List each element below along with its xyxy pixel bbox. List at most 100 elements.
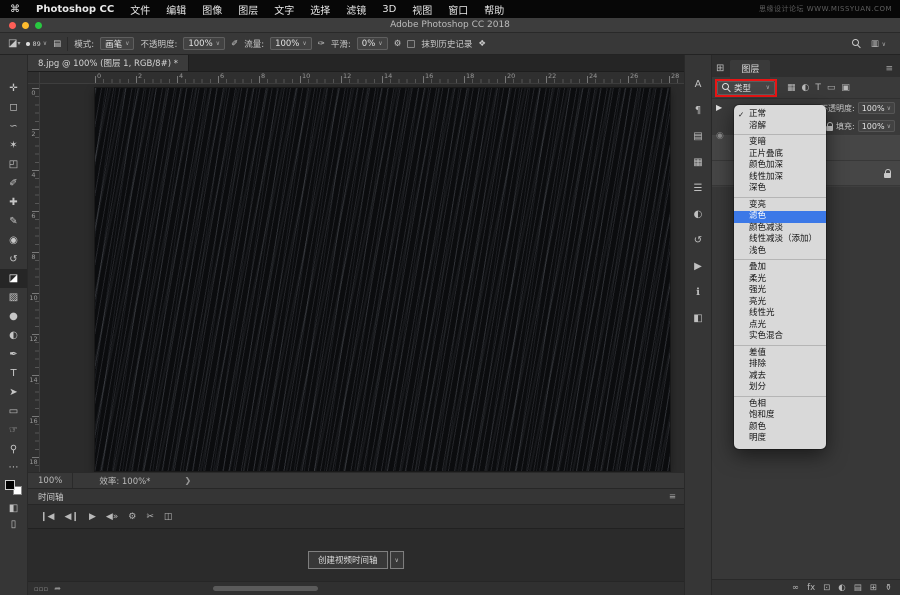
blend-mode-option[interactable]: 线性加深 — [734, 172, 826, 184]
canvas[interactable] — [95, 88, 670, 471]
dock-adjustments-panel-icon[interactable]: ◐ — [685, 201, 711, 227]
screen-mode-icon[interactable]: ▯ — [0, 516, 27, 532]
menubar-item[interactable]: 文件 — [122, 2, 158, 17]
erase-to-history-checkbox[interactable] — [407, 40, 415, 48]
brush-preset-picker[interactable]: 89 ∨ — [26, 40, 47, 48]
blend-mode-option[interactable]: 点光 — [734, 320, 826, 332]
smoothing-options-gear-icon[interactable]: ⚙ — [394, 39, 402, 49]
blend-mode-option[interactable]: 变亮 — [734, 200, 826, 212]
layer-filter-type-select[interactable]: 类型 ∨ — [717, 81, 775, 95]
dock-paragraph-panel-icon[interactable]: ¶ — [685, 97, 711, 123]
menubar-item[interactable]: 图像 — [194, 2, 230, 17]
quick-mask-icon[interactable]: ◧ — [0, 500, 27, 516]
filter-shape-layers-icon[interactable]: ▭ — [827, 83, 836, 93]
add-layer-mask-icon[interactable]: ⊡ — [823, 583, 830, 593]
pressure-opacity-icon[interactable]: ✐ — [231, 39, 238, 49]
shape-tool-icon[interactable]: ▭ — [0, 402, 27, 421]
menubar-item[interactable]: 窗口 — [440, 2, 476, 17]
move-tool-icon[interactable]: ✛ — [0, 79, 27, 98]
blend-mode-option[interactable]: 变暗 — [734, 137, 826, 149]
blend-mode-option[interactable]: 溶解 — [734, 121, 826, 136]
brush-settings-toggle-icon[interactable]: ▤ — [53, 39, 61, 49]
blend-mode-option[interactable]: 线性减淡（添加） — [734, 234, 826, 246]
dock-expand-arrow-icon[interactable]: ▶ — [716, 103, 722, 112]
filter-adjustment-layers-icon[interactable]: ◐ — [802, 83, 810, 93]
dock-character-panel-icon[interactable]: A — [685, 71, 711, 97]
blend-mode-option[interactable]: 滤色 — [734, 211, 826, 223]
dodge-tool-icon[interactable]: ◐ — [0, 326, 27, 345]
link-layers-icon[interactable]: ∞ — [792, 583, 799, 593]
frame-thumbnails-icon[interactable]: ▫▫▫ — [34, 585, 48, 593]
blend-mode-option[interactable]: 颜色 — [734, 422, 826, 434]
menubar-item[interactable]: 编辑 — [158, 2, 194, 17]
go-to-first-frame-button[interactable]: ❙◀ — [40, 512, 54, 522]
minimize-window-button[interactable] — [22, 22, 29, 29]
dock-glyphs-panel-icon[interactable]: ▤ — [685, 123, 711, 149]
lock-icon[interactable] — [826, 122, 833, 131]
status-options-chevron-icon[interactable]: ❯ — [184, 476, 191, 485]
search-icon[interactable] — [852, 39, 861, 48]
apple-menu-icon[interactable]: ⌘ — [10, 4, 20, 15]
new-group-icon[interactable]: ▤ — [854, 583, 862, 593]
quick-selection-tool-icon[interactable]: ✶ — [0, 136, 27, 155]
color-swatches[interactable] — [5, 480, 22, 495]
layers-panel-tab[interactable]: 图层 — [730, 60, 770, 77]
brush-tool-icon[interactable]: ✎ — [0, 212, 27, 231]
blend-mode-option[interactable]: 实色混合 — [734, 331, 826, 346]
layer-effects-icon[interactable]: fx — [807, 583, 815, 593]
timeline-scrollbar-thumb[interactable] — [213, 586, 318, 591]
menubar-item[interactable]: 滤镜 — [338, 2, 374, 17]
blend-mode-option[interactable]: 色相 — [734, 399, 826, 411]
zoom-level-field[interactable]: 100% — [28, 473, 73, 488]
menubar-item[interactable]: 选择 — [302, 2, 338, 17]
filter-smart-objects-icon[interactable]: ▣ — [841, 83, 850, 93]
new-layer-icon[interactable]: ⊞ — [870, 583, 877, 593]
blend-mode-option[interactable]: 明度 — [734, 433, 826, 445]
hand-tool-icon[interactable]: ☞ — [0, 421, 27, 440]
blend-mode-option[interactable]: 差值 — [734, 348, 826, 360]
blend-mode-option[interactable]: 强光 — [734, 285, 826, 297]
create-video-timeline-button[interactable]: 创建视频时间轴 — [308, 551, 388, 569]
clone-stamp-tool-icon[interactable]: ◉ — [0, 231, 27, 250]
blend-mode-option[interactable]: 排除 — [734, 359, 826, 371]
blend-mode-option[interactable]: 饱和度 — [734, 410, 826, 422]
path-selection-tool-icon[interactable]: ➤ — [0, 383, 27, 402]
blend-mode-option[interactable]: 颜色加深 — [734, 160, 826, 172]
tool-preset-icon[interactable]: ◪▾ — [8, 38, 20, 49]
healing-brush-tool-icon[interactable]: ✚ — [0, 193, 27, 212]
filter-type-layers-icon[interactable]: T — [815, 83, 821, 93]
document-tab[interactable]: 8.jpg @ 100% (图层 1, RGB/8#) * — [28, 55, 189, 71]
flow-shortcut-icon[interactable]: ➦ — [54, 584, 61, 593]
dock-actions-panel-icon[interactable]: ▶ — [685, 253, 711, 279]
blend-mode-option[interactable]: 柔光 — [734, 274, 826, 286]
lasso-tool-icon[interactable]: ∽ — [0, 117, 27, 136]
audio-toggle-button[interactable]: ◀» — [106, 512, 118, 522]
marquee-tool-icon[interactable]: ◻ — [0, 98, 27, 117]
dock-info-panel-icon[interactable]: ℹ — [685, 279, 711, 305]
blend-mode-option[interactable]: 亮光 — [734, 297, 826, 309]
dock-properties-panel-icon[interactable]: ☰ — [685, 175, 711, 201]
layers-panel-menu-icon[interactable]: ≡ — [885, 64, 893, 74]
workspace-switcher-icon[interactable]: ▥ ∨ — [871, 39, 886, 49]
blend-mode-option[interactable]: 深色 — [734, 183, 826, 198]
close-window-button[interactable] — [9, 22, 16, 29]
zoom-tool-icon[interactable]: ⚲ — [0, 440, 27, 459]
dock-clone-source-icon[interactable]: ◉ — [716, 131, 724, 141]
pen-tool-icon[interactable]: ✒ — [0, 345, 27, 364]
eraser-tool-icon[interactable]: ◪ — [0, 269, 27, 288]
timeline-settings-button[interactable]: ⚙ — [128, 512, 136, 522]
dock-swatches-panel-icon[interactable]: ▦ — [685, 149, 711, 175]
dock-grid-icon[interactable]: ⊞ — [716, 63, 724, 74]
layer-opacity-select[interactable]: 100% ∨ — [858, 102, 895, 114]
blend-mode-option[interactable]: 叠加 — [734, 262, 826, 274]
filter-pixel-layers-icon[interactable]: ▦ — [787, 83, 796, 93]
menubar-item[interactable]: 视图 — [404, 2, 440, 17]
blend-mode-option[interactable]: 线性光 — [734, 308, 826, 320]
zoom-window-button[interactable] — [35, 22, 42, 29]
play-button[interactable]: ▶ — [89, 512, 96, 522]
blend-mode-option[interactable]: 正片叠底 — [734, 149, 826, 161]
crop-tool-icon[interactable]: ◰ — [0, 155, 27, 174]
opacity-select[interactable]: 100% ∨ — [183, 37, 225, 50]
timeline-type-chevron-icon[interactable]: ∨ — [390, 551, 404, 569]
menubar-item[interactable]: 文字 — [266, 2, 302, 17]
